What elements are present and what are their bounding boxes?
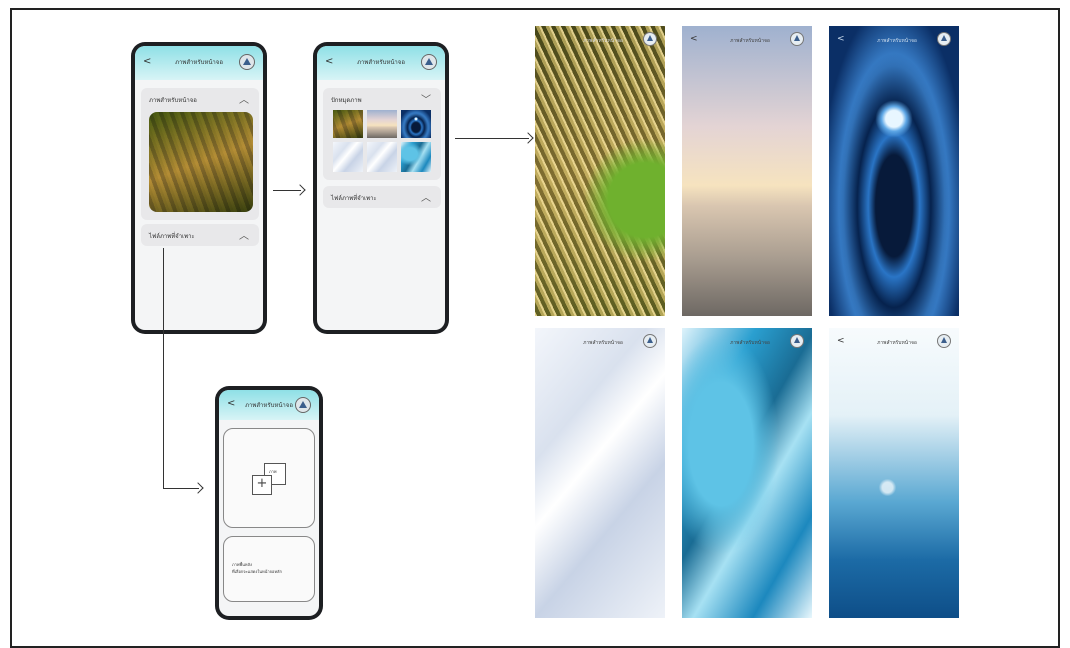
panel-label: ไฟล์ภาพที่จำเพาะ: [331, 195, 377, 202]
logo-icon[interactable]: [937, 32, 951, 46]
chevron-down-icon[interactable]: ﹀: [421, 91, 431, 106]
connector-line: [163, 248, 165, 488]
wallpaper-preview-4[interactable]: ภาพสำหรับหน้าจอ: [535, 328, 665, 618]
back-icon[interactable]: <: [837, 336, 845, 346]
add-image-label: ภาพ: [269, 469, 277, 474]
wallpaper-preview-5[interactable]: ภาพสำหรับหน้าจอ: [682, 328, 812, 618]
wallpaper-preview-6[interactable]: < ภาพสำหรับหน้าจอ: [829, 328, 959, 618]
thumb-ice[interactable]: [401, 142, 431, 172]
app-header: < ภาพสำหรับหน้าจอ: [135, 46, 263, 80]
thumb-light[interactable]: [367, 142, 397, 172]
selected-wallpaper-thumb[interactable]: [149, 112, 253, 212]
logo-icon[interactable]: [643, 32, 657, 46]
logo-icon[interactable]: [239, 54, 255, 70]
logo-icon[interactable]: [790, 334, 804, 348]
thumb-drop[interactable]: [401, 110, 431, 138]
panel-label: ภาพสำหรับหน้าจอ: [149, 97, 197, 104]
preview-title: ภาพสำหรับหน้าจอ: [877, 340, 917, 346]
file-panel[interactable]: ไฟล์ภาพที่จำเพาะ ︿: [141, 224, 259, 246]
app-header: < ภาพสำหรับหน้าจอ: [317, 46, 445, 80]
add-image-icon[interactable]: ภาพ +: [250, 463, 294, 501]
chevron-up-icon[interactable]: ︿: [239, 227, 249, 242]
phone-screen-1: < ภาพสำหรับหน้าจอ ภาพสำหรับหน้าจอ ︿ ไฟล์…: [131, 42, 267, 334]
file-panel[interactable]: ไฟล์ภาพที่จำเพาะ ︿: [323, 186, 441, 208]
back-icon[interactable]: <: [690, 34, 698, 44]
preview-title: ภาพสำหรับหน้าจอ: [730, 340, 770, 346]
preview-title: ภาพสำหรับหน้าจอ: [730, 38, 770, 44]
wallpaper-preview-1[interactable]: ภาพสำหรับหน้าจอ: [535, 26, 665, 316]
app-header: < ภาพสำหรับหน้าจอ: [219, 390, 319, 420]
panel-label: ปักหมุดภาพ: [331, 97, 362, 104]
phone-screen-3: < ภาพสำหรับหน้าจอ ภาพ + ภาพพื้นหลัง ที่เ…: [215, 386, 323, 620]
preview-title: ภาพสำหรับหน้าจอ: [583, 38, 623, 44]
chevron-up-icon[interactable]: ︿: [421, 189, 431, 204]
info-text-1: ภาพพื้นหลัง: [232, 562, 252, 567]
add-image-panel[interactable]: ภาพ +: [223, 428, 315, 528]
logo-icon[interactable]: [643, 334, 657, 348]
logo-icon[interactable]: [790, 32, 804, 46]
logo-icon[interactable]: [421, 54, 437, 70]
thumb-white[interactable]: [333, 142, 363, 172]
panel-label: ไฟล์ภาพที่จำเพาะ: [149, 233, 195, 240]
chevron-up-icon[interactable]: ︿: [239, 91, 249, 106]
logo-icon[interactable]: [937, 334, 951, 348]
back-icon[interactable]: <: [837, 34, 845, 44]
preview-title: ภาพสำหรับหน้าจอ: [877, 38, 917, 44]
wallpaper-preview-3[interactable]: < ภาพสำหรับหน้าจอ: [829, 26, 959, 316]
connector-line: [455, 138, 529, 140]
thumb-grass[interactable]: [333, 110, 363, 138]
logo-icon[interactable]: [295, 397, 311, 413]
info-text-2: ที่เลือกจะแสดงในหน้าจอหลัก: [232, 569, 282, 574]
phone-screen-2: < ภาพสำหรับหน้าจอ ปักหมุดภาพ ﹀ ไฟล์ภาพที…: [313, 42, 449, 334]
wallpaper-panel[interactable]: ภาพสำหรับหน้าจอ ︿: [141, 88, 259, 220]
info-panel: ภาพพื้นหลัง ที่เลือกจะแสดงในหน้าจอหลัก: [223, 536, 315, 602]
thumb-sea[interactable]: [367, 110, 397, 138]
wallpaper-preview-2[interactable]: < ภาพสำหรับหน้าจอ: [682, 26, 812, 316]
pin-image-panel[interactable]: ปักหมุดภาพ ﹀: [323, 88, 441, 180]
preview-title: ภาพสำหรับหน้าจอ: [583, 340, 623, 346]
